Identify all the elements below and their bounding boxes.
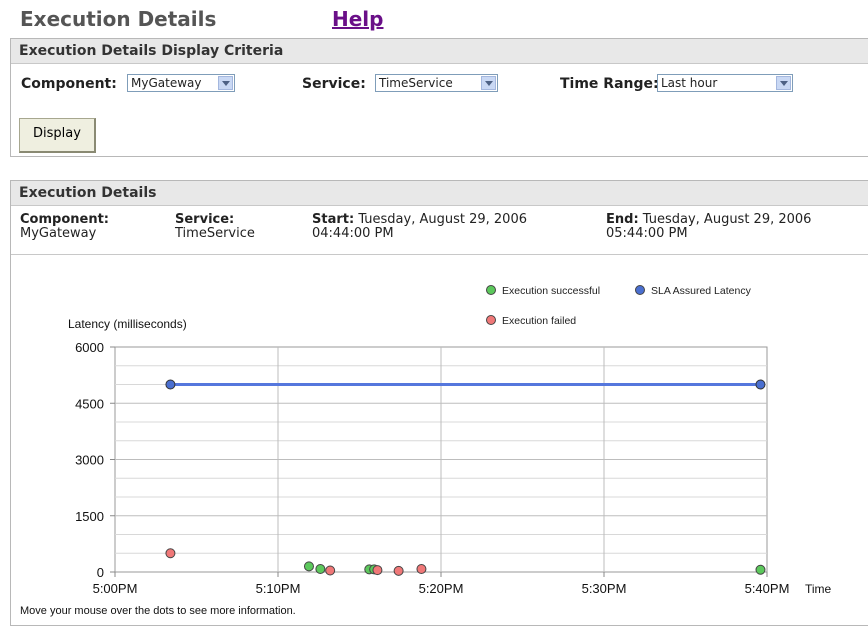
x-axis-label: Time — [805, 582, 832, 596]
failed-point — [325, 565, 336, 576]
failed-point — [393, 565, 404, 576]
success-point — [755, 564, 766, 575]
failed-point — [372, 565, 383, 576]
success-point — [315, 564, 326, 574]
latency-chart: 0 1500 3000 4500 6000 5:00PM 5:10PM 5:20PM 5:30P… — [75, 340, 832, 596]
y-tick-label: 0 — [97, 565, 104, 580]
x-tick-label: 5:00PM — [93, 581, 138, 596]
failed-point — [416, 564, 427, 574]
success-point — [303, 561, 314, 572]
hover-hint: Move your mouse over the dots to see mor… — [20, 605, 296, 617]
x-tick-label: 5:30PM — [582, 581, 627, 596]
y-tick-label: 3000 — [75, 453, 104, 468]
x-tick-label: 5:10PM — [256, 581, 301, 596]
x-tick-label: 5:20PM — [419, 581, 464, 596]
x-tick-label: 5:40PM — [745, 581, 790, 596]
sla-point — [755, 379, 766, 390]
y-tick-label: 6000 — [75, 340, 104, 355]
failed-point — [165, 548, 176, 559]
y-tick-label: 1500 — [75, 509, 104, 524]
y-tick-label: 4500 — [75, 396, 104, 411]
sla-point — [165, 379, 176, 390]
